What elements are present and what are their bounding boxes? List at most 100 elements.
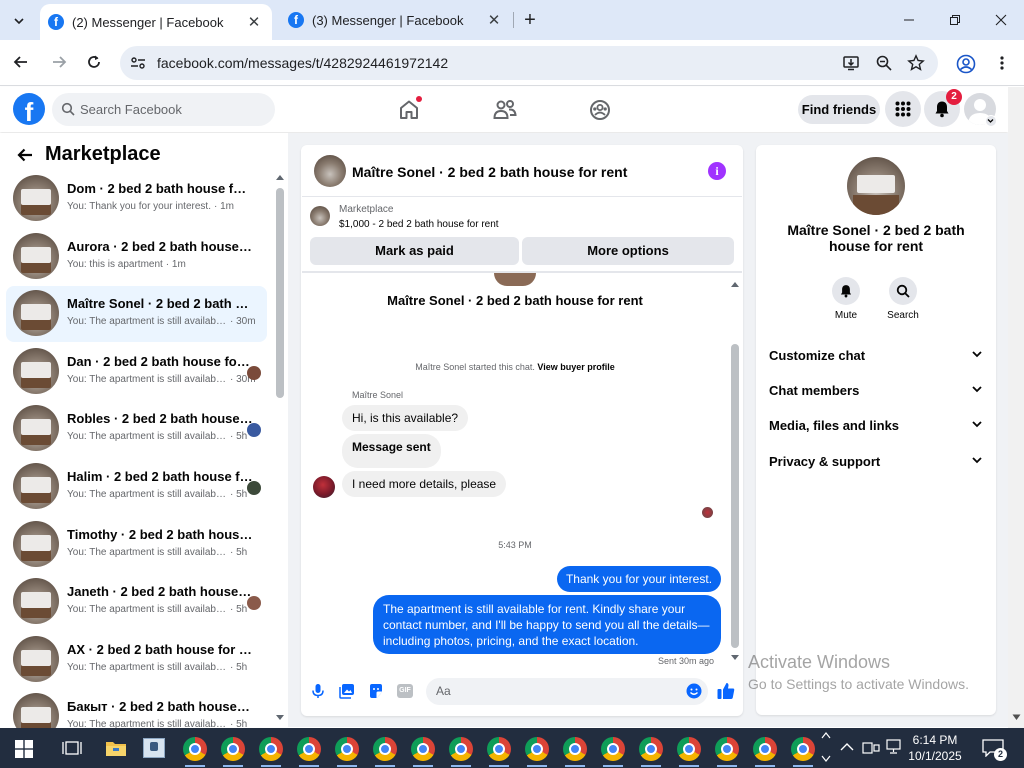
chrome-taskbar-icon[interactable]	[487, 737, 511, 761]
photo-icon[interactable]	[339, 683, 355, 699]
forward-button[interactable]	[50, 53, 68, 71]
more-options-button[interactable]: More options	[522, 237, 734, 265]
back-arrow-icon[interactable]	[15, 145, 35, 165]
customize-chat-row[interactable]: Customize chat	[769, 348, 985, 363]
incoming-message[interactable]: Message sent	[342, 434, 441, 468]
file-explorer-icon[interactable]	[105, 739, 127, 757]
start-button[interactable]	[15, 740, 33, 758]
app-icon[interactable]	[143, 738, 165, 758]
restore-button[interactable]	[932, 0, 978, 40]
chat-members-row[interactable]: Chat members	[769, 383, 985, 398]
conversation-item[interactable]: Dan · 2 bed 2 bath house for rent You: Th…	[6, 344, 267, 400]
chrome-taskbar-icon[interactable]	[411, 737, 435, 761]
conversation-item[interactable]: Dom · 2 bed 2 bath house for rent You: Th…	[6, 171, 267, 227]
tab-search-button[interactable]	[8, 10, 30, 32]
show-hidden-icons-chevron-icon[interactable]	[840, 742, 854, 752]
task-view-button[interactable]	[62, 739, 82, 757]
sender-avatar[interactable]	[313, 476, 335, 498]
conversation-item[interactable]: Robles · 2 bed 2 bath house for rent You:…	[6, 401, 267, 457]
chrome-taskbar-icon[interactable]	[677, 737, 701, 761]
search-in-chat-button[interactable]	[889, 277, 917, 305]
notification-badge: 2	[946, 89, 962, 105]
outgoing-message[interactable]: The apartment is still available for ren…	[373, 595, 721, 654]
incoming-message[interactable]: I need more details, please	[342, 471, 507, 497]
running-indicator	[527, 765, 547, 767]
mark-as-paid-button[interactable]: Mark as paid	[310, 237, 519, 265]
back-button[interactable]	[12, 53, 30, 71]
emoji-icon[interactable]	[686, 683, 702, 699]
privacy-support-row[interactable]: Privacy & support	[769, 454, 985, 469]
gif-icon[interactable]: GIF	[397, 684, 413, 698]
page-scroll-down-icon[interactable]	[1012, 714, 1021, 721]
network-icon[interactable]	[885, 739, 903, 755]
taskbar-scroll-down-icon[interactable]	[821, 755, 831, 763]
like-icon[interactable]	[716, 681, 736, 701]
chrome-taskbar-icon[interactable]	[221, 737, 245, 761]
browser-tab[interactable]: f (3) Messenger | Facebook ✕	[280, 0, 512, 40]
chrome-taskbar-icon[interactable]	[183, 737, 207, 761]
chat-scrollbar[interactable]	[731, 344, 739, 648]
new-tab-button[interactable]: +	[518, 8, 542, 32]
site-info-icon[interactable]	[129, 55, 147, 71]
chat-header-thumbnail[interactable]	[314, 155, 346, 187]
chat-scroll-down-icon[interactable]	[730, 654, 740, 662]
outgoing-message[interactable]: Thank you for your interest.	[557, 566, 721, 592]
listing-detail[interactable]: $1,000 - 2 bed 2 bath house for rent	[339, 219, 499, 230]
sidebar-scrollbar[interactable]	[276, 188, 284, 398]
chrome-taskbar-icon[interactable]	[259, 737, 283, 761]
chat-header-title[interactable]: Maître Sonel · 2 bed 2 bath house for re…	[352, 164, 627, 180]
info-icon[interactable]: i	[708, 162, 726, 180]
chrome-taskbar-icon[interactable]	[715, 737, 739, 761]
media-files-links-row[interactable]: Media, files and links	[769, 418, 985, 433]
device-icon[interactable]	[862, 740, 880, 756]
url-text[interactable]: facebook.com/messages/t/4282924461972142	[157, 55, 448, 71]
chrome-taskbar-icon[interactable]	[525, 737, 549, 761]
mute-button[interactable]	[832, 277, 860, 305]
sticker-icon[interactable]	[368, 683, 384, 699]
chrome-taskbar-icon[interactable]	[449, 737, 473, 761]
chrome-taskbar-icon[interactable]	[791, 737, 815, 761]
friends-icon[interactable]	[492, 98, 518, 122]
close-window-button[interactable]	[978, 0, 1024, 40]
reload-button[interactable]	[85, 53, 103, 71]
find-friends-button[interactable]: Find friends	[798, 95, 880, 124]
minimize-button[interactable]	[886, 0, 932, 40]
close-tab-icon[interactable]: ✕	[244, 13, 264, 31]
menu-button[interactable]	[885, 91, 921, 127]
conversation-item[interactable]: Maître Sonel · 2 bed 2 bath house for re…	[6, 286, 267, 342]
conversation-item[interactable]: Timothy · 2 bed 2 bath house for rent You…	[6, 517, 267, 573]
conversation-item[interactable]: AX · 2 bed 2 bath house for rent You: The…	[6, 632, 267, 688]
conversation-item[interactable]: Janeth · 2 bed 2 bath house for rent You:…	[6, 574, 267, 630]
taskbar-scroll-up-icon[interactable]	[821, 731, 831, 739]
scroll-down-icon[interactable]	[275, 714, 285, 722]
chrome-taskbar-icon[interactable]	[335, 737, 359, 761]
zoom-icon[interactable]	[875, 54, 893, 72]
view-buyer-profile-link[interactable]: View buyer profile	[537, 362, 614, 372]
facebook-logo-icon[interactable]: f	[13, 93, 45, 125]
action-center-badge: 2	[994, 748, 1007, 761]
conversation-item[interactable]: Halim · 2 bed 2 bath house for rent You: …	[6, 459, 267, 515]
scroll-up-icon[interactable]	[275, 173, 285, 181]
page-scrollbar[interactable]	[1008, 87, 1024, 728]
conversation-item[interactable]: Aurora · 2 bed 2 bath house for rent You:…	[6, 229, 267, 285]
conversation-title: Janeth · 2 bed 2 bath house for rent	[67, 584, 253, 599]
account-chevron-icon[interactable]	[985, 115, 997, 127]
profile-icon[interactable]	[956, 54, 976, 74]
taskbar-clock[interactable]: 6:14 PM 10/1/2025	[905, 732, 965, 764]
voice-clip-icon[interactable]	[310, 683, 326, 699]
chrome-taskbar-icon[interactable]	[639, 737, 663, 761]
browser-menu-icon[interactable]	[994, 55, 1010, 71]
chrome-taskbar-icon[interactable]	[373, 737, 397, 761]
incoming-message[interactable]: Hi, is this available?	[342, 405, 469, 431]
chrome-taskbar-icon[interactable]	[601, 737, 625, 761]
close-tab-icon[interactable]: ✕	[484, 11, 504, 29]
browser-tab-active[interactable]: f (2) Messenger | Facebook ✕	[40, 4, 272, 40]
chrome-taskbar-icon[interactable]	[563, 737, 587, 761]
chrome-taskbar-icon[interactable]	[297, 737, 321, 761]
message-input[interactable]	[426, 678, 708, 705]
bookmark-star-icon[interactable]	[907, 54, 925, 72]
chrome-taskbar-icon[interactable]	[753, 737, 777, 761]
install-app-icon[interactable]	[842, 54, 860, 72]
groups-icon[interactable]	[588, 98, 612, 122]
chat-scroll-up-icon[interactable]	[730, 280, 740, 288]
